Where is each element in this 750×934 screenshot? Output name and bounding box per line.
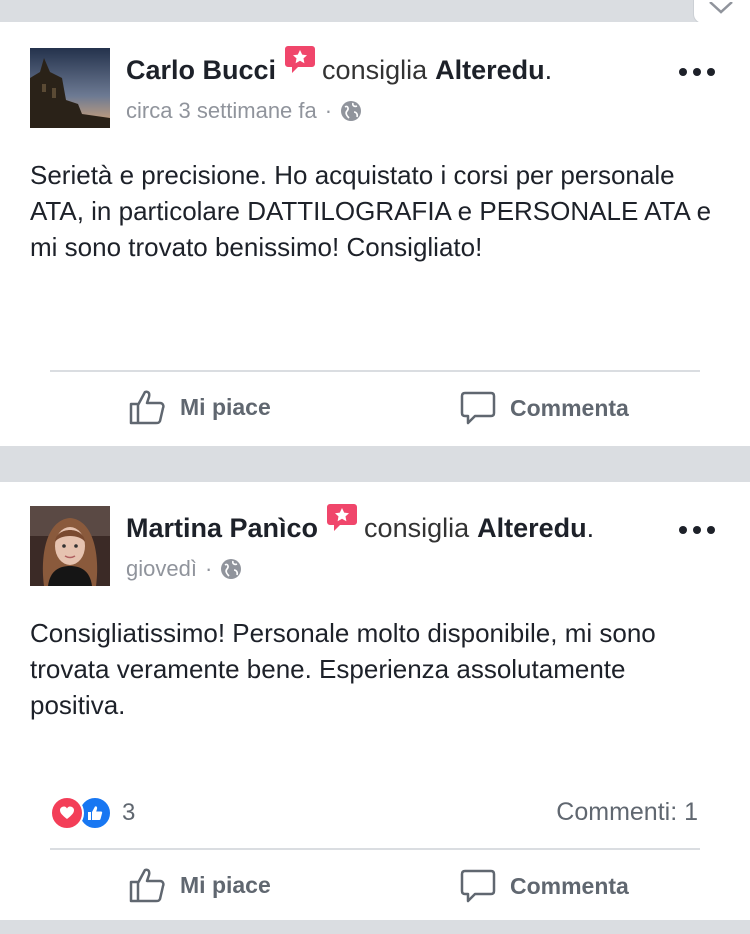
more-options-icon bbox=[679, 68, 687, 76]
post-timestamp[interactable]: giovedì bbox=[126, 556, 197, 582]
avatar[interactable] bbox=[30, 48, 110, 128]
post-meta: circa 3 settimane fa · bbox=[126, 98, 362, 124]
like-thumb-icon bbox=[129, 390, 165, 425]
more-options-button[interactable] bbox=[679, 66, 715, 78]
close-icon bbox=[709, 2, 733, 14]
author-name[interactable]: Carlo Bucci bbox=[126, 55, 276, 86]
meta-separator: · bbox=[324, 98, 333, 123]
like-label: Mi piace bbox=[180, 871, 271, 898]
love-reaction-icon bbox=[50, 796, 84, 830]
avatar[interactable] bbox=[30, 506, 110, 586]
comment-button[interactable]: Commenta bbox=[460, 390, 629, 426]
page-name[interactable]: Alteredu bbox=[477, 513, 587, 544]
comment-icon bbox=[460, 391, 496, 425]
divider bbox=[50, 848, 700, 850]
period: . bbox=[544, 54, 553, 85]
post-card: Martina Panìco consiglia Alteredu. giove… bbox=[0, 482, 750, 920]
recommend-verb: consiglia bbox=[364, 512, 470, 543]
like-button[interactable]: Mi piace bbox=[128, 388, 271, 426]
like-button[interactable]: Mi piace bbox=[128, 866, 271, 904]
reaction-count: 3 bbox=[122, 799, 136, 826]
comment-label: Commenta bbox=[510, 872, 629, 899]
close-button[interactable] bbox=[693, 0, 750, 24]
author-name[interactable]: Martina Panìco bbox=[126, 513, 318, 544]
recommend-icon bbox=[284, 44, 316, 76]
comment-icon bbox=[460, 869, 496, 903]
comments-count[interactable]: Commenti: 1 bbox=[556, 798, 698, 827]
recommend-verb: consiglia bbox=[322, 54, 428, 85]
comment-label: Commenta bbox=[510, 394, 629, 421]
page-name[interactable]: Alteredu bbox=[435, 55, 545, 86]
globe-icon bbox=[341, 101, 362, 121]
period: . bbox=[586, 512, 595, 543]
divider bbox=[50, 370, 700, 372]
post-meta: giovedì · bbox=[126, 556, 242, 582]
more-options-button[interactable] bbox=[679, 524, 715, 536]
globe-icon bbox=[221, 559, 242, 579]
more-options-icon bbox=[679, 526, 687, 534]
post-headline: Martina Panìco consiglia Alteredu. bbox=[126, 504, 595, 544]
reactions-summary[interactable]: 3 bbox=[50, 796, 135, 830]
post-body: Consigliatissimo! Personale molto dispon… bbox=[30, 618, 656, 720]
comment-button[interactable]: Commenta bbox=[460, 868, 629, 904]
post-card: Carlo Bucci consiglia Alteredu. circa 3 … bbox=[0, 22, 750, 446]
post-headline: Carlo Bucci consiglia Alteredu. bbox=[126, 46, 553, 86]
post-timestamp[interactable]: circa 3 settimane fa bbox=[126, 98, 317, 124]
recommend-icon bbox=[326, 502, 358, 534]
like-label: Mi piace bbox=[180, 393, 271, 420]
meta-separator: · bbox=[204, 556, 213, 581]
post-body: Serietà e precisione. Ho acquistato i co… bbox=[30, 160, 712, 262]
like-thumb-icon bbox=[129, 868, 165, 903]
